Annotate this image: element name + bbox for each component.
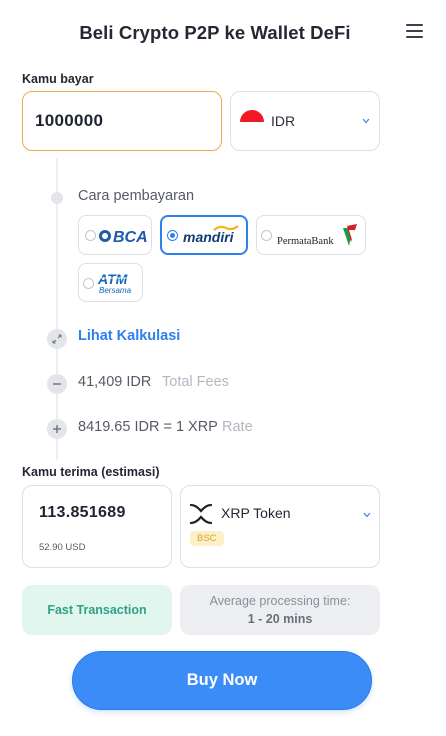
processing-label: Average processing time: [209, 594, 351, 608]
minus-icon [47, 374, 67, 394]
receive-usd: 52.90 USD [39, 542, 86, 553]
atm-bersama-logo: ATM Bersama [97, 271, 137, 295]
svg-text:PermataBank: PermataBank [277, 236, 334, 247]
page-title: Beli Crypto P2P ke Wallet DeFi [79, 22, 351, 43]
fees-value: 41,409 IDR [78, 374, 152, 390]
processing-value: 1 - 20 mins [247, 612, 313, 626]
pay-amount-input[interactable]: 1000000 [22, 91, 222, 151]
fast-transaction-badge: Fast Transaction [22, 585, 172, 635]
payment-method-label: Cara pembayaran [78, 188, 195, 204]
radio-permata[interactable] [261, 230, 272, 241]
payment-option-permata[interactable]: PermataBank [256, 215, 366, 255]
payment-option-mandiri[interactable]: mandiri [160, 215, 248, 255]
rate-label: Rate [222, 419, 253, 435]
plus-icon [47, 419, 67, 439]
radio-mandiri[interactable] [167, 230, 178, 241]
receive-label: Kamu terima (estimasi) [22, 465, 160, 479]
hamburger-menu-icon[interactable] [406, 24, 423, 39]
fees-label: Total Fees [162, 374, 229, 390]
expand-icon[interactable] [47, 329, 67, 349]
svg-text:Bersama: Bersama [99, 286, 132, 295]
svg-text:BCA: BCA [113, 229, 148, 246]
buy-now-button[interactable]: Buy Now [72, 651, 372, 710]
permata-logo: PermataBank [277, 224, 357, 247]
svg-text:ATM: ATM [97, 271, 128, 287]
view-calculation-link[interactable]: Lihat Kalkulasi [78, 328, 180, 344]
pay-label: Kamu bayar [22, 72, 94, 86]
indonesia-flag-icon [240, 110, 264, 134]
token-select[interactable]: XRP Token BSC [180, 485, 380, 568]
rate-value: 8419.65 IDR = 1 XRP [78, 419, 218, 435]
chevron-down-icon [363, 512, 371, 520]
token-name: XRP Token [221, 505, 291, 521]
network-badge: BSC [190, 531, 224, 546]
mandiri-logo: mandiri [183, 225, 239, 245]
step-dot [51, 192, 63, 204]
bca-logo: BCA [99, 229, 148, 246]
payment-option-bca[interactable]: BCA [78, 215, 152, 255]
payment-option-atm-bersama[interactable]: ATM Bersama [78, 263, 143, 302]
currency-value: IDR [271, 113, 296, 129]
receive-amount-box: 113.851689 52.90 USD [22, 485, 172, 568]
processing-time-box: Average processing time: 1 - 20 mins [180, 585, 380, 635]
chevron-down-icon [362, 118, 370, 126]
radio-bca[interactable] [85, 230, 96, 241]
currency-select[interactable]: IDR [230, 91, 380, 151]
receive-amount: 113.851689 [39, 504, 126, 521]
radio-atm-bersama[interactable] [83, 278, 94, 289]
xrp-icon [189, 503, 213, 525]
svg-text:mandiri: mandiri [183, 229, 235, 245]
